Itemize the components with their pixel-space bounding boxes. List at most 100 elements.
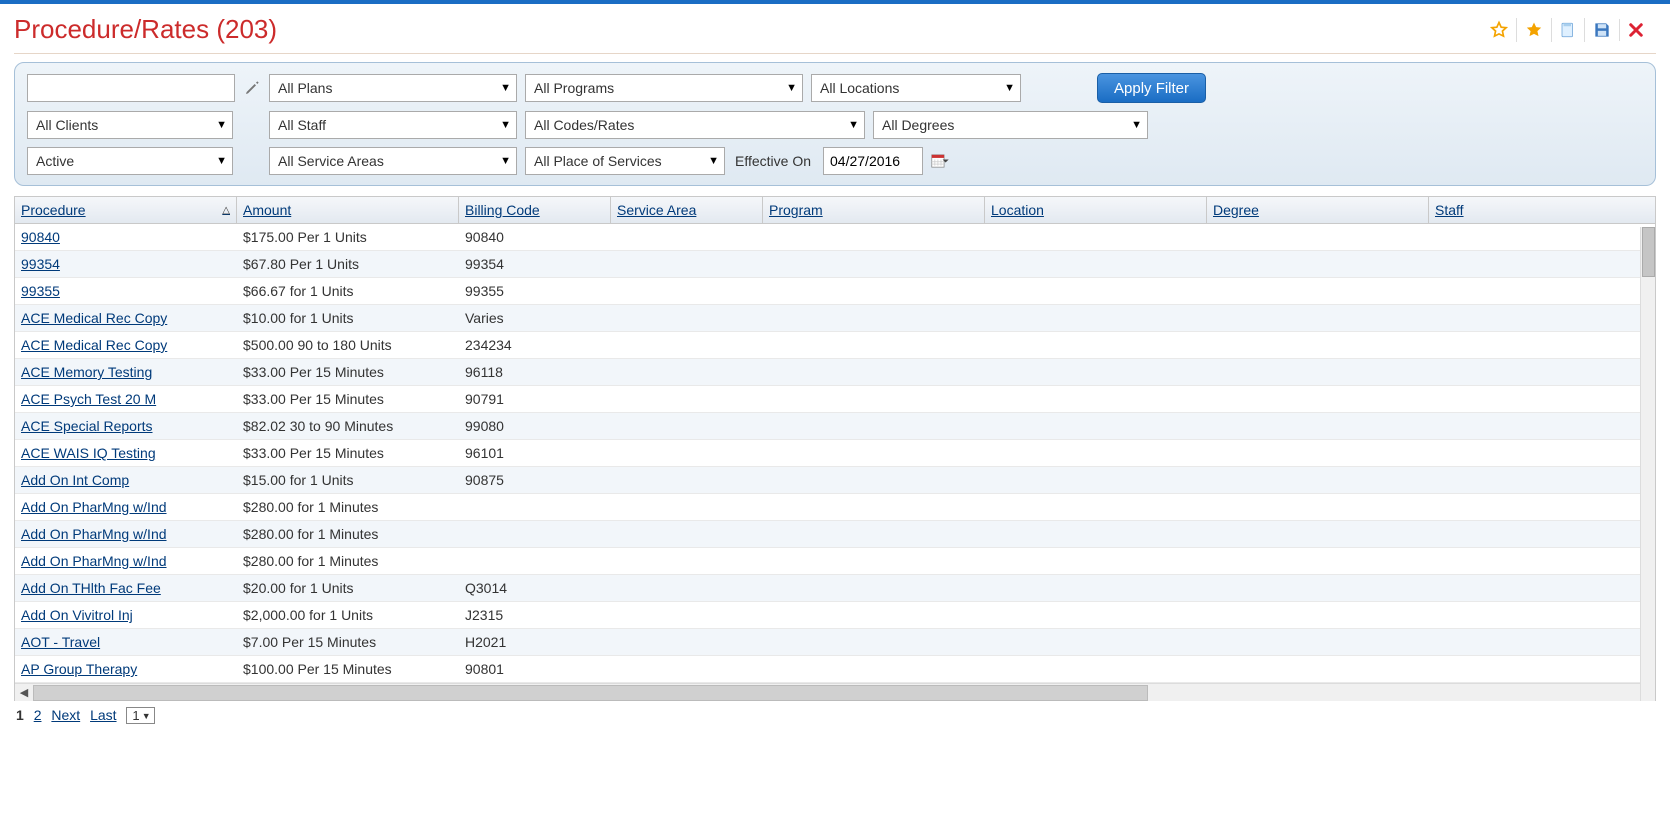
apply-filter-button[interactable]: Apply Filter [1097,73,1206,103]
cell-service-area [611,467,763,493]
table-row: Add On PharMng w/Ind$280.00 for 1 Minute… [15,521,1655,548]
cell-amount: $280.00 for 1 Minutes [237,494,459,520]
cell-service-area [611,386,763,412]
cell-billing-code: 96101 [459,440,611,466]
cell-staff [1429,656,1655,682]
col-header-billing-code[interactable]: Billing Code [459,197,611,223]
cell-service-area [611,656,763,682]
place-of-services-select[interactable]: All Place of Services [525,147,725,175]
cell-location [985,278,1207,304]
col-header-location[interactable]: Location [985,197,1207,223]
service-areas-select[interactable]: All Service Areas [269,147,517,175]
cell-amount: $175.00 Per 1 Units [237,224,459,250]
cell-degree [1207,440,1429,466]
col-header-degree[interactable]: Degree [1207,197,1429,223]
horizontal-scrollbar[interactable]: ◀ ▶ [15,683,1655,701]
search-input[interactable] [27,74,235,102]
pager-last[interactable]: Last [90,707,116,723]
cell-program [763,467,985,493]
cell-location [985,440,1207,466]
col-header-amount[interactable]: Amount [237,197,459,223]
cell-degree [1207,521,1429,547]
status-select[interactable]: Active [27,147,233,175]
star-filled-icon[interactable] [1516,18,1551,42]
save-icon[interactable] [1584,18,1619,42]
plans-select[interactable]: All Plans [269,74,517,102]
cell-procedure[interactable]: ACE Medical Rec Copy [15,305,237,331]
cell-procedure[interactable]: ACE WAIS IQ Testing [15,440,237,466]
locations-select[interactable]: All Locations [811,74,1021,102]
cell-procedure[interactable]: Add On Int Comp [15,467,237,493]
cell-billing-code: 99080 [459,413,611,439]
table-row: ACE WAIS IQ Testing$33.00 Per 15 Minutes… [15,440,1655,467]
col-header-procedure[interactable]: Procedure [15,197,237,223]
cell-degree [1207,656,1429,682]
cell-procedure[interactable]: ACE Medical Rec Copy [15,332,237,358]
pager: 1 2 Next Last 1 [14,701,1656,730]
cell-degree [1207,575,1429,601]
calendar-icon[interactable] [931,152,951,170]
col-header-program[interactable]: Program [763,197,985,223]
codes-rates-select[interactable]: All Codes/Rates [525,111,865,139]
cell-program [763,548,985,574]
cell-procedure[interactable]: ACE Special Reports [15,413,237,439]
cell-degree [1207,494,1429,520]
pager-size-select[interactable]: 1 [126,707,154,724]
new-page-icon[interactable] [1551,18,1584,42]
cell-procedure[interactable]: 99354 [15,251,237,277]
cell-amount: $67.80 Per 1 Units [237,251,459,277]
cell-program [763,629,985,655]
vertical-scroll-thumb[interactable] [1642,227,1655,277]
cell-amount: $7.00 Per 15 Minutes [237,629,459,655]
cell-procedure[interactable]: ACE Psych Test 20 M [15,386,237,412]
vertical-scrollbar[interactable] [1640,227,1655,701]
cell-procedure[interactable]: 90840 [15,224,237,250]
cell-amount: $2,000.00 for 1 Units [237,602,459,628]
pager-page-2[interactable]: 2 [34,707,42,723]
cell-procedure[interactable]: Add On PharMng w/Ind [15,494,237,520]
cell-procedure[interactable]: Add On PharMng w/Ind [15,548,237,574]
cell-billing-code: Q3014 [459,575,611,601]
scroll-thumb[interactable] [33,685,1148,701]
header-actions [1482,18,1656,42]
cell-service-area [611,494,763,520]
scroll-left-icon[interactable]: ◀ [15,684,33,702]
cell-degree [1207,629,1429,655]
cell-procedure[interactable]: AP Group Therapy [15,656,237,682]
cell-amount: $33.00 Per 15 Minutes [237,359,459,385]
cell-program [763,521,985,547]
cell-procedure[interactable]: Add On THlth Fac Fee [15,575,237,601]
staff-select[interactable]: All Staff [269,111,517,139]
cell-staff [1429,251,1655,277]
effective-on-input[interactable] [823,147,923,175]
cell-service-area [611,278,763,304]
pager-next[interactable]: Next [51,707,80,723]
degrees-select[interactable]: All Degrees [873,111,1148,139]
cell-procedure[interactable]: AOT - Travel [15,629,237,655]
grid-header: Procedure Amount Billing Code Service Ar… [15,197,1655,224]
col-header-staff[interactable]: Staff [1429,197,1655,223]
table-row: ACE Psych Test 20 M$33.00 Per 15 Minutes… [15,386,1655,413]
cell-procedure[interactable]: Add On PharMng w/Ind [15,521,237,547]
cell-procedure[interactable]: ACE Memory Testing [15,359,237,385]
table-row: AOT - Travel$7.00 Per 15 MinutesH2021 [15,629,1655,656]
clients-select[interactable]: All Clients [27,111,233,139]
cell-procedure[interactable]: Add On Vivitrol Inj [15,602,237,628]
col-header-service-area[interactable]: Service Area [611,197,763,223]
clear-search-icon[interactable] [243,79,261,97]
cell-program [763,251,985,277]
cell-procedure[interactable]: 99355 [15,278,237,304]
star-outline-icon[interactable] [1482,18,1516,42]
cell-staff [1429,494,1655,520]
programs-select[interactable]: All Programs [525,74,803,102]
table-row: ACE Special Reports$82.02 30 to 90 Minut… [15,413,1655,440]
cell-staff [1429,467,1655,493]
close-icon[interactable] [1619,19,1652,41]
cell-billing-code: J2315 [459,602,611,628]
cell-degree [1207,332,1429,358]
cell-billing-code: 90875 [459,467,611,493]
cell-program [763,224,985,250]
filter-panel: All Plans▼ All Programs▼ All Locations▼ … [14,62,1656,186]
cell-billing-code [459,521,611,547]
table-row: Add On PharMng w/Ind$280.00 for 1 Minute… [15,548,1655,575]
